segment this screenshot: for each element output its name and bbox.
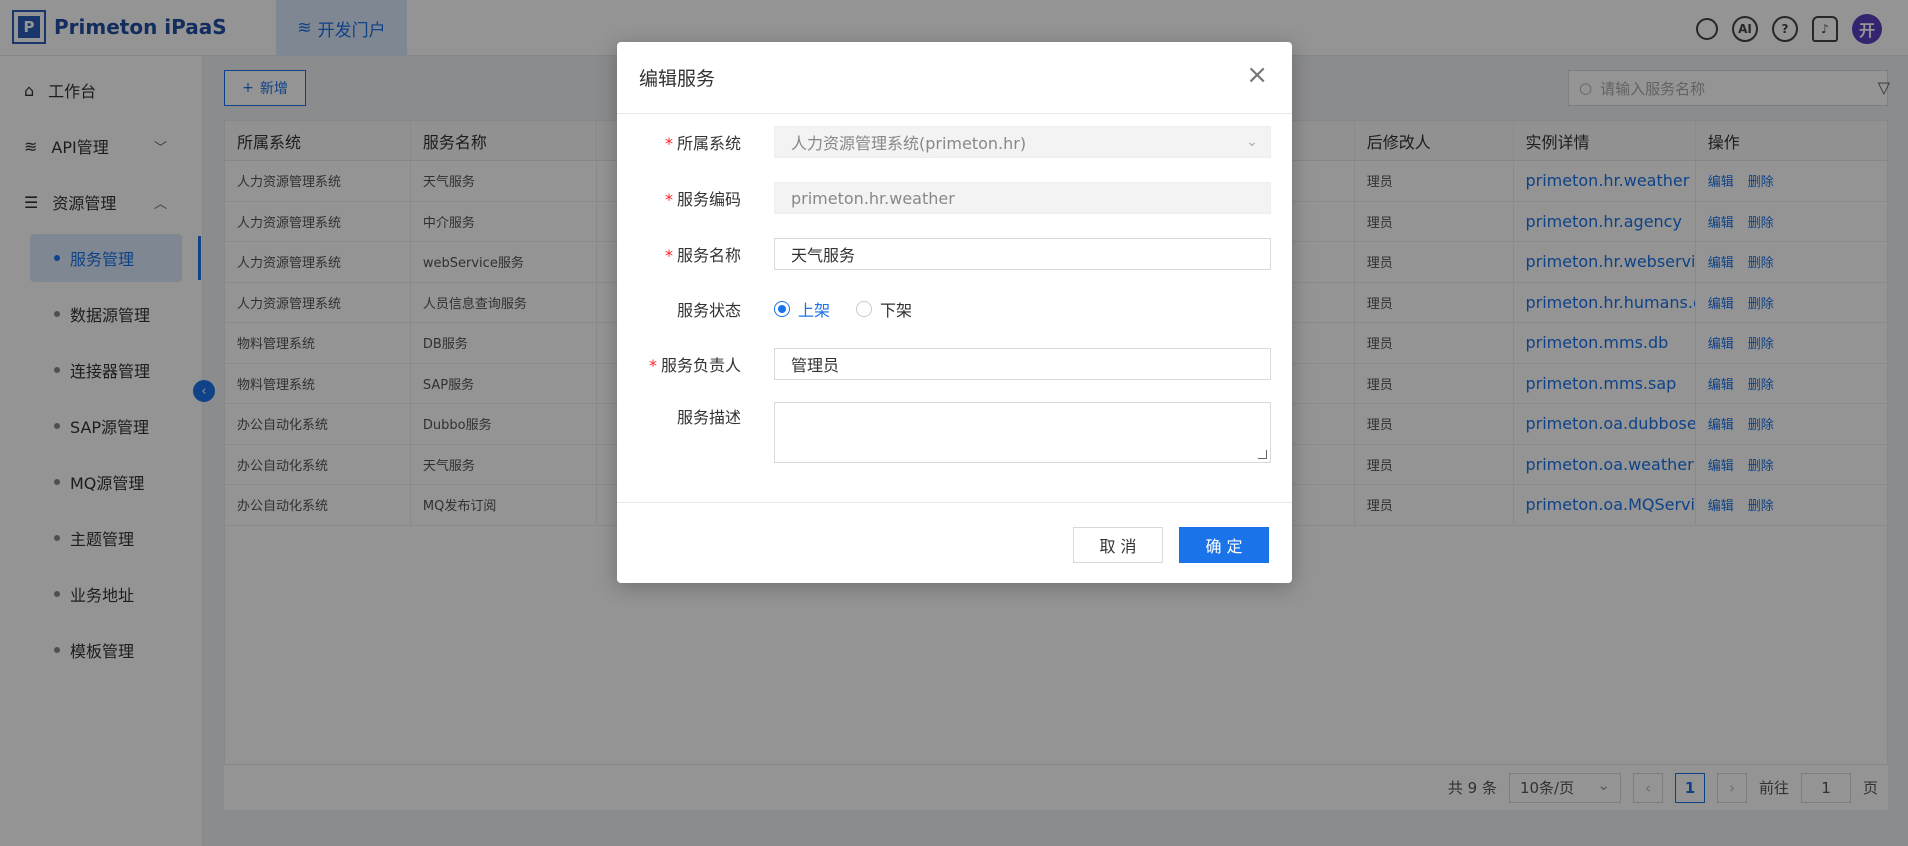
dialog-footer: 取 消 确 定 [617, 502, 1292, 583]
row-desc: 服务描述 [617, 402, 1292, 463]
dialog-header: 编辑服务 × [617, 42, 1292, 114]
row-code: * 服务编码 primeton.hr.weather [617, 182, 1292, 214]
system-value: 人力资源管理系统(primeton.hr) [791, 134, 1027, 153]
label-name: * 服务名称 [664, 246, 741, 265]
system-select[interactable]: 人力资源管理系统(primeton.hr) ⌄ [774, 126, 1271, 158]
row-owner: * 服务负责人 管理员 [617, 348, 1292, 380]
label-desc: 服务描述 [676, 408, 741, 427]
owner-field[interactable]: 管理员 [774, 348, 1271, 380]
name-value: 天气服务 [791, 246, 856, 265]
label-owner: * 服务负责人 [648, 356, 741, 375]
dialog-title: 编辑服务 [639, 68, 716, 90]
status-on-radio[interactable]: 上架 [774, 297, 830, 321]
radio-unchecked-icon [856, 301, 873, 317]
name-field[interactable]: 天气服务 [774, 238, 1271, 270]
radio-checked-icon [774, 301, 790, 317]
row-name: * 服务名称 天气服务 [617, 238, 1292, 270]
label-status: 服务状态 [676, 301, 741, 320]
label-system: * 所属系统 [664, 134, 741, 153]
confirm-button[interactable]: 确 定 [1179, 527, 1269, 563]
description-textarea[interactable] [774, 402, 1271, 463]
status-off-radio[interactable]: 下架 [856, 297, 912, 321]
close-icon[interactable]: × [1246, 62, 1268, 88]
label-code: * 服务编码 [664, 190, 741, 209]
code-value: primeton.hr.weather [791, 188, 955, 208]
code-field[interactable]: primeton.hr.weather [774, 182, 1271, 214]
chevron-down-icon: ⌄ [1246, 134, 1258, 150]
status-radio-group: 上架 下架 [774, 297, 912, 321]
edit-service-dialog: 编辑服务 × * 所属系统 人力资源管理系统(primeton.hr) ⌄ * 服务… [617, 42, 1292, 583]
row-system: * 所属系统 人力资源管理系统(primeton.hr) ⌄ [617, 126, 1292, 158]
owner-value: 管理员 [791, 356, 840, 375]
row-status: 服务状态 上架 下架 [617, 293, 1292, 325]
cancel-button[interactable]: 取 消 [1073, 527, 1163, 563]
